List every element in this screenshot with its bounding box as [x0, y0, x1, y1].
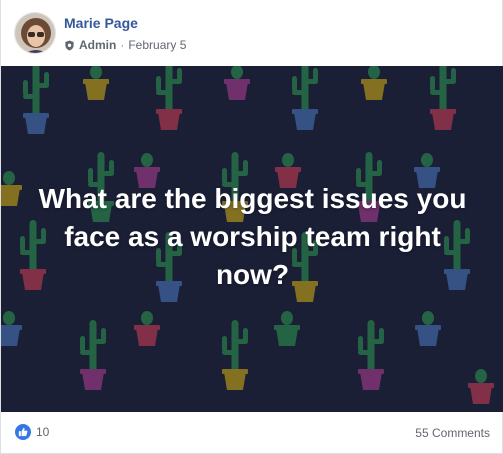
post-date[interactable]: February 5 — [128, 38, 186, 52]
shield-icon — [64, 40, 75, 51]
admin-role-label: Admin — [79, 38, 117, 52]
avatar[interactable] — [14, 12, 56, 54]
reaction-count: 10 — [36, 425, 50, 439]
like-icon — [15, 424, 31, 440]
author-name[interactable]: Marie Page — [64, 15, 138, 31]
facebook-post: Marie Page Admin · February 5 What are t… — [0, 0, 503, 454]
post-meta: Admin · February 5 — [64, 38, 186, 52]
post-image-text: What are the biggest issues you face as … — [38, 183, 467, 290]
post-image[interactable]: What are the biggest issues you face as … — [1, 66, 503, 412]
reactions-summary[interactable]: 10 — [15, 424, 49, 440]
post-footer: 10 55 Comments — [1, 412, 503, 454]
post-header: Marie Page Admin · February 5 — [1, 0, 503, 66]
comments-count-link[interactable]: 55 Comments — [415, 426, 490, 440]
meta-separator: · — [120, 38, 125, 52]
